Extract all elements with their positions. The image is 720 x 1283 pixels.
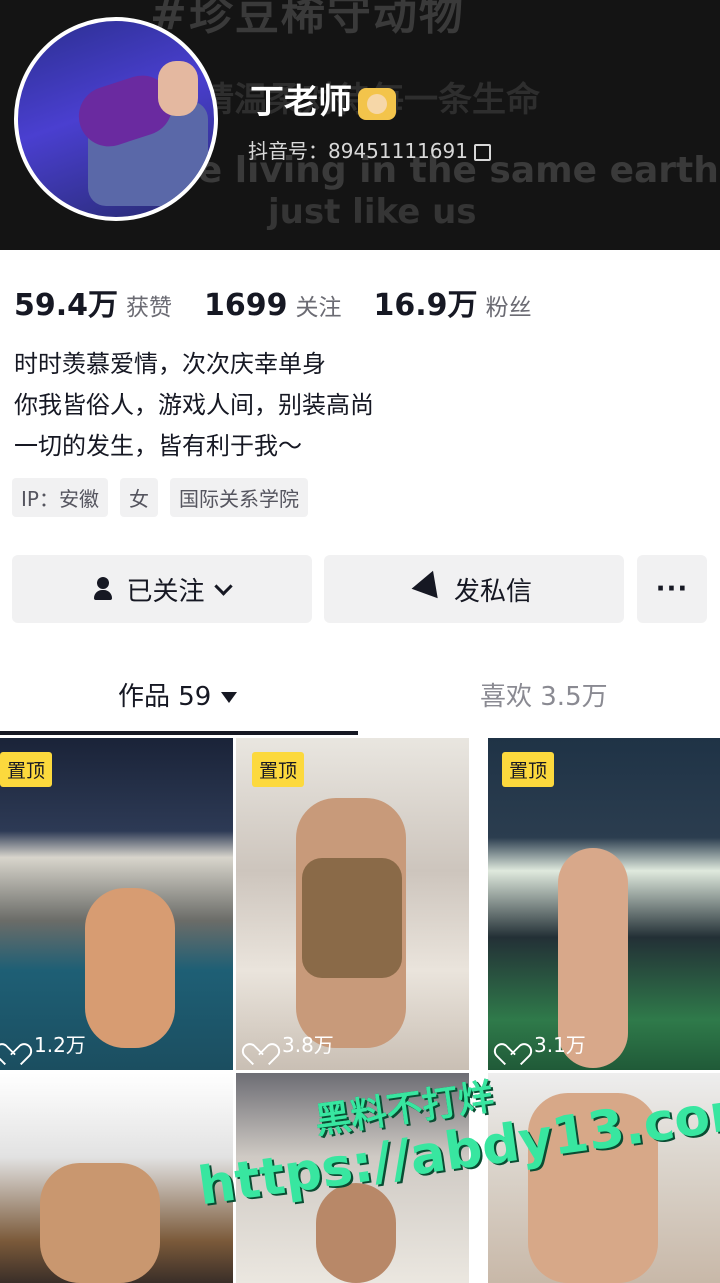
pinned-badge: 置顶	[252, 752, 305, 787]
video-thumbnail[interactable]: 置顶 1.2万	[0, 738, 233, 1070]
heart-icon	[0, 1034, 22, 1054]
profile-name: 丁老师	[250, 74, 396, 123]
heart-icon	[248, 1034, 270, 1054]
stat-followers[interactable]: 16.9万 粉丝	[374, 280, 532, 324]
followed-label: 已关注	[126, 576, 205, 607]
banner-bg-text: #珍豆稀守动物	[150, 0, 465, 40]
douyin-id-text: 抖音号：89451111691	[248, 139, 468, 163]
chevron-down-icon	[213, 576, 233, 596]
tab-works[interactable]: 作品 59	[118, 676, 238, 713]
stat-label: 关注	[295, 295, 342, 321]
caret-down-icon	[221, 692, 238, 703]
tab-indicator	[0, 731, 358, 735]
bio-line: 一切的发生，皆有利于我～	[14, 432, 302, 460]
profile-bio: 时时羡慕爱情，次次庆幸单身 你我皆俗人，游戏人间，别装高尚 一切的发生，皆有利于…	[14, 344, 374, 467]
profile-name-text: 丁老师	[250, 82, 352, 122]
more-button[interactable]: ···	[637, 555, 707, 623]
message-button[interactable]: 发私信	[324, 555, 624, 623]
douyin-id: 抖音号：89451111691	[248, 135, 491, 164]
tag-ip: IP：安徽	[12, 478, 108, 517]
profile-tags: IP：安徽 女 国际关系学院	[12, 478, 320, 517]
tag-school[interactable]: 国际关系学院	[169, 478, 308, 517]
profile-stats: 59.4万 获赞 1699 关注 16.9万 粉丝	[14, 280, 564, 323]
like-count-text: 3.8万	[282, 1033, 334, 1057]
followed-button[interactable]: 已关注	[12, 555, 312, 623]
banner-bg-text: just like us	[268, 192, 477, 232]
send-icon	[411, 570, 449, 608]
video-grid: 置顶 1.2万 置顶 3.8万 置顶 3.1万	[0, 738, 720, 1283]
teacher-emoji-icon	[358, 87, 396, 120]
more-icon: ···	[655, 574, 689, 604]
bio-line: 你我皆俗人，游戏人间，别装高尚	[14, 391, 374, 419]
bio-line: 时时羡慕爱情，次次庆幸单身	[14, 350, 326, 378]
like-count: 3.1万	[500, 1029, 586, 1058]
like-count: 1.2万	[0, 1029, 86, 1058]
like-count-text: 1.2万	[34, 1033, 86, 1057]
pinned-badge: 置顶	[502, 752, 555, 787]
tag-gender: 女	[119, 478, 158, 517]
avatar[interactable]	[14, 17, 218, 221]
stat-label: 获赞	[126, 295, 173, 321]
pinned-badge: 置顶	[0, 752, 53, 787]
stat-value: 16.9万	[373, 288, 478, 323]
like-count: 3.8万	[248, 1029, 334, 1058]
video-thumbnail[interactable]: 置顶 3.1万	[488, 738, 720, 1070]
stat-value: 1699	[204, 288, 288, 323]
stat-following[interactable]: 1699 关注	[204, 288, 342, 323]
tab-works-label: 作品 59	[118, 682, 212, 712]
video-thumbnail[interactable]: 置顶 3.8万	[236, 738, 469, 1070]
user-check-icon	[94, 577, 116, 601]
like-count-text: 3.1万	[534, 1033, 586, 1057]
tab-likes-label: 喜欢 3.5万	[480, 682, 608, 712]
stat-value: 59.4万	[14, 288, 119, 323]
stat-likes: 59.4万 获赞	[14, 280, 172, 324]
tab-likes[interactable]: 喜欢 3.5万	[480, 676, 608, 713]
stat-label: 粉丝	[485, 295, 532, 321]
heart-icon	[500, 1034, 522, 1054]
copy-icon[interactable]	[473, 144, 491, 161]
profile-banner: #珍豆稀守动物 请温柔对待每一条生命 re living in the same…	[0, 0, 720, 250]
message-label: 发私信	[453, 576, 532, 607]
